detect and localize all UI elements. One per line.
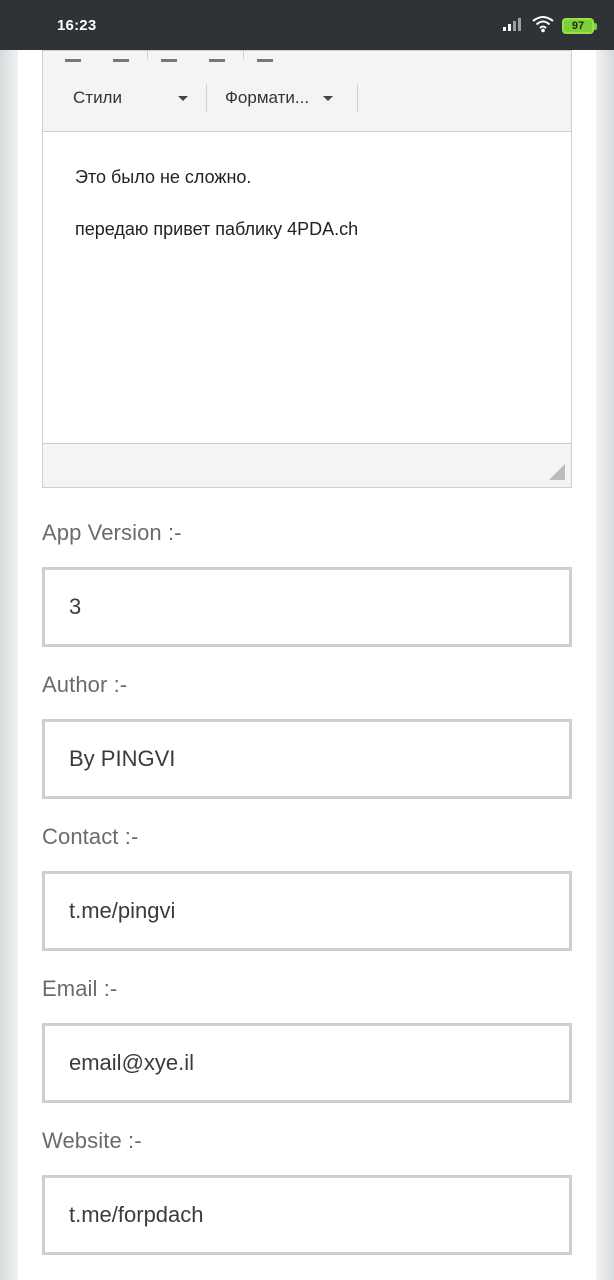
toolbar-divider [357, 84, 358, 112]
email-input[interactable] [42, 1023, 572, 1103]
status-bar: 16:23 97 [0, 0, 614, 50]
status-time: 16:23 [57, 17, 97, 34]
toolbar-partial-icons [65, 51, 273, 63]
contact-input[interactable] [42, 871, 572, 951]
resize-handle-icon[interactable] [549, 464, 565, 480]
editor-toolbar: Стили Формати... [43, 51, 571, 132]
editor-statusbar [43, 443, 571, 487]
status-icons: 97 [502, 15, 597, 38]
quote-icon[interactable] [257, 51, 273, 62]
editor-paragraph: Это было не сложно. [75, 167, 252, 187]
app-version-input[interactable] [42, 567, 572, 647]
indent-icon[interactable] [209, 51, 225, 62]
styles-dropdown[interactable]: Стили [73, 85, 188, 111]
editor-paragraph: передаю привет паблику 4PDA.ch [75, 218, 359, 239]
format-dropdown-label: Формати... [225, 88, 310, 107]
editor-content-area[interactable]: Это было не сложно. передаю привет пабли… [43, 131, 571, 445]
right-page-edge [596, 50, 614, 1280]
contact-label: Contact :- [42, 824, 139, 849]
wifi-icon [532, 15, 554, 38]
website-input[interactable] [42, 1175, 572, 1255]
chevron-down-icon [323, 95, 334, 101]
toolbar-divider [243, 51, 244, 59]
left-page-edge [0, 50, 18, 1280]
app-version-label: App Version :- [42, 520, 182, 545]
website-label: Website :- [42, 1128, 142, 1153]
battery-icon: 97 [562, 18, 597, 34]
list-numbered-icon[interactable] [113, 51, 129, 62]
chevron-down-icon [177, 95, 188, 101]
outdent-icon[interactable] [161, 51, 177, 62]
author-input[interactable] [42, 719, 572, 799]
toolbar-divider [206, 84, 207, 112]
format-dropdown[interactable]: Формати... [225, 85, 334, 111]
toolbar-divider [147, 51, 148, 59]
author-label: Author :- [42, 672, 128, 697]
styles-dropdown-label: Стили [73, 88, 122, 107]
rich-text-editor: Стили Формати... Это было не сложно. пер… [42, 50, 572, 488]
signal-icon [502, 16, 524, 37]
list-icon[interactable] [65, 51, 81, 62]
email-label: Email :- [42, 976, 118, 1001]
page-content: Стили Формати... Это было не сложно. пер… [18, 50, 596, 1280]
